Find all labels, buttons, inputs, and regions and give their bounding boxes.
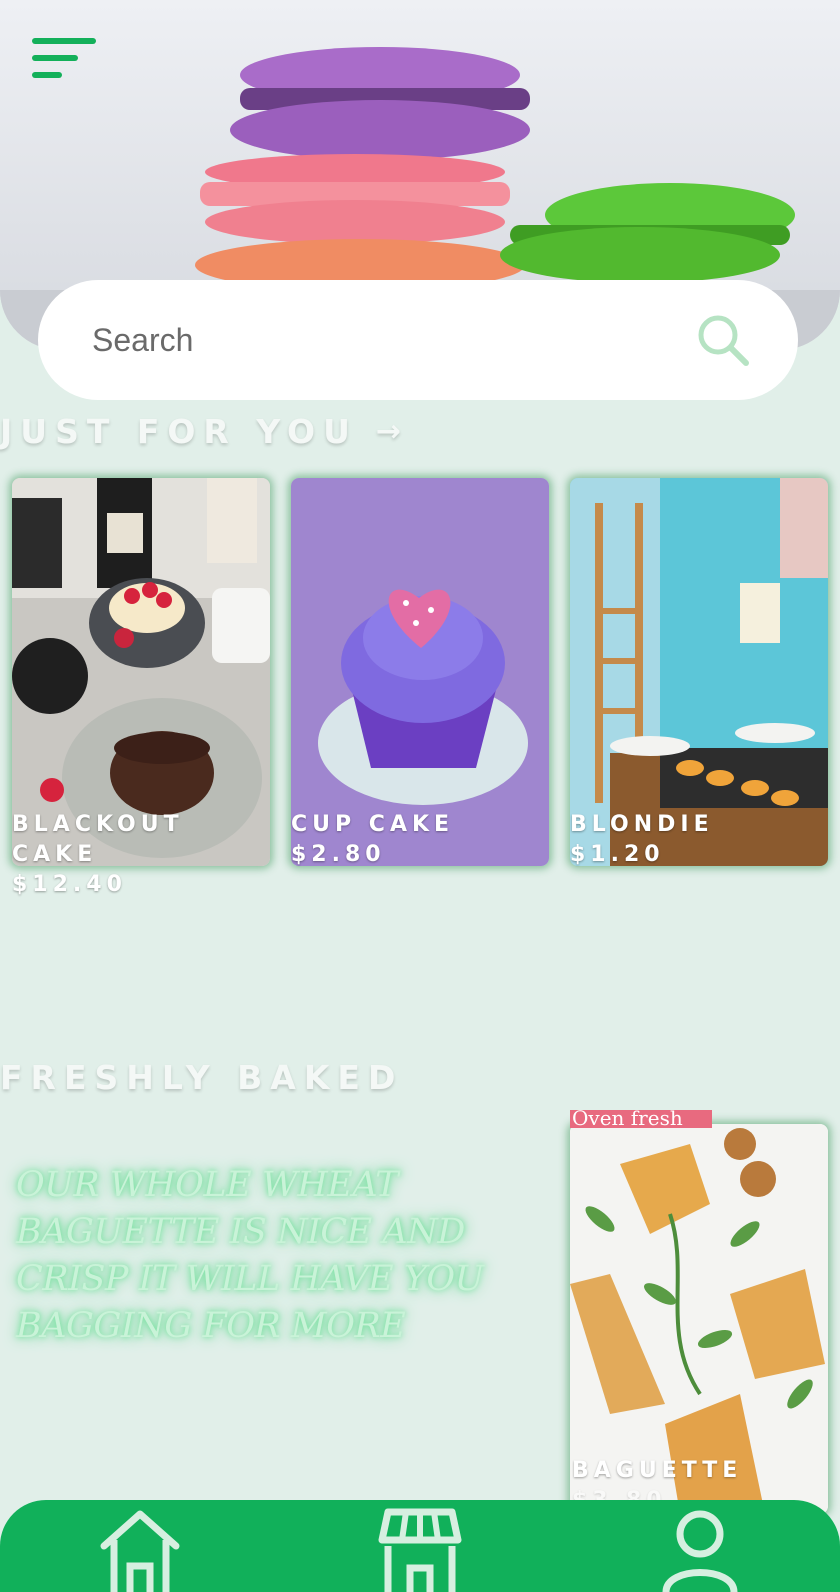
product-price: $2.80 <box>291 842 386 867</box>
product-name: CUP CAKE <box>291 812 455 837</box>
nav-home[interactable] <box>95 1506 185 1592</box>
oven-fresh-tag: Oven fresh <box>570 1110 712 1128</box>
product-card-cup-cake[interactable]: CUP CAKE $2.80 <box>291 478 549 867</box>
product-card-blondie[interactable]: BLONDIE $1.20 <box>570 478 828 867</box>
product-price: $1.20 <box>570 842 665 867</box>
freshly-baked-title: FRESHLY BAKED <box>0 1058 404 1097</box>
cup-cake-image <box>291 478 549 866</box>
search-bar <box>38 280 798 400</box>
baguette-description: OUR WHOLE WHEAT BAGUETTE IS NICE AND CRI… <box>16 1165 484 1346</box>
blondie-bakery-image <box>570 478 828 866</box>
profile-icon <box>662 1510 738 1592</box>
store-icon <box>378 1508 462 1592</box>
hamburger-menu-icon[interactable] <box>32 38 98 90</box>
product-name: BAGUETTE <box>572 1458 743 1483</box>
product-card-blackout-cake[interactable]: BLACKOUT CAKE $12.40 <box>12 478 270 897</box>
card-label: CUP CAKE $2.80 <box>291 810 454 870</box>
search-icon[interactable] <box>696 313 750 367</box>
search-input[interactable] <box>92 321 696 359</box>
just-for-you-title: JUST FOR YOU <box>0 412 358 451</box>
nav-profile[interactable] <box>655 1506 745 1592</box>
card-label: BLACKOUT CAKE $12.40 <box>12 810 202 900</box>
product-name: BLONDIE <box>570 812 714 837</box>
bottom-navigation <box>0 1500 840 1592</box>
arrow-right-icon[interactable]: → <box>376 414 401 449</box>
home-icon <box>100 1510 180 1592</box>
card-label: BLONDIE $1.20 <box>570 810 714 870</box>
product-name: BLACKOUT CAKE <box>12 812 184 867</box>
product-price: $12.40 <box>12 872 127 897</box>
blackout-cake-image <box>12 478 270 866</box>
nav-store[interactable] <box>375 1506 465 1592</box>
just-for-you-heading[interactable]: JUST FOR YOU → <box>0 412 401 451</box>
